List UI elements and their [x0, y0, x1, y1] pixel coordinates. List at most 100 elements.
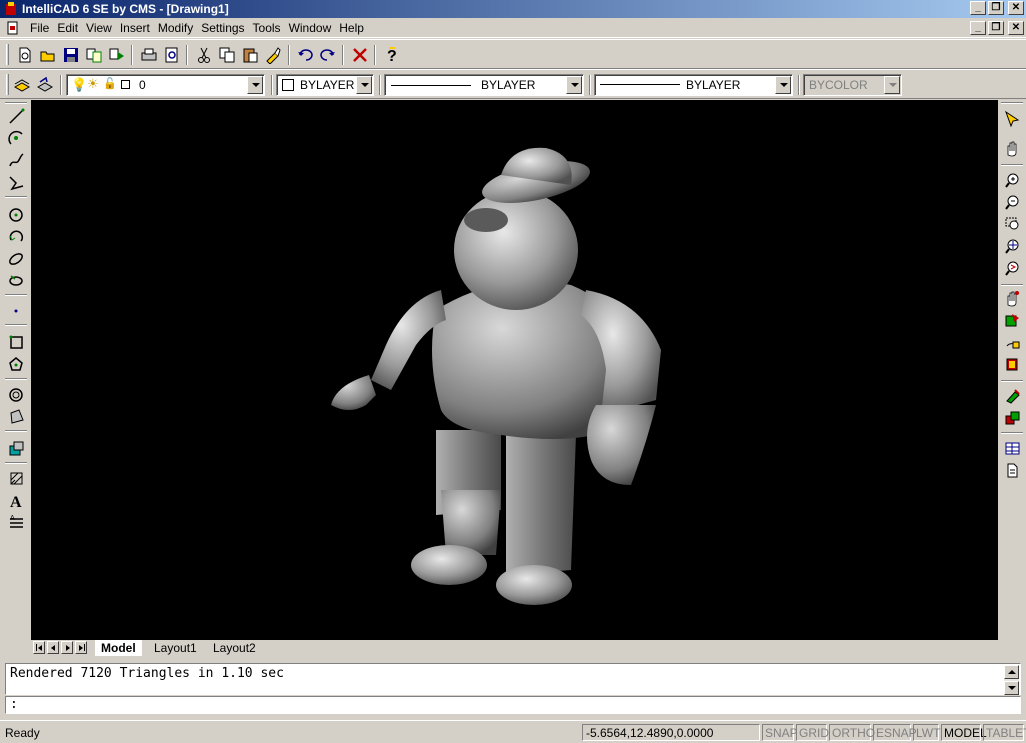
coordinate-display[interactable]: -5.6564,12.4890,0.0000 [582, 724, 760, 741]
save-icon[interactable] [60, 44, 82, 66]
command-input[interactable]: : [5, 696, 1021, 714]
cut-icon[interactable] [83, 44, 105, 66]
revcloud-icon[interactable] [5, 226, 27, 246]
document-icon[interactable] [6, 21, 20, 35]
table-icon[interactable] [1001, 438, 1023, 458]
lineweight-select[interactable]: BYLAYER [594, 74, 793, 96]
svg-text:?: ? [387, 48, 397, 64]
color-swatch [282, 79, 294, 91]
doc-restore-button[interactable]: ❐ [988, 21, 1004, 35]
first-tab-icon[interactable] [33, 641, 45, 654]
toolbar-grip[interactable] [6, 74, 9, 95]
undo-icon[interactable] [294, 44, 316, 66]
chevron-down-icon[interactable] [247, 76, 263, 94]
drawing-viewport[interactable] [31, 100, 998, 640]
point-icon[interactable] [5, 300, 27, 320]
match-properties-icon[interactable] [262, 44, 284, 66]
text-icon[interactable]: A [5, 490, 27, 510]
shade-icon[interactable] [1001, 386, 1023, 406]
menu-insert[interactable]: Insert [116, 21, 154, 35]
doc-minimize-button[interactable]: _ [970, 21, 986, 35]
snap-toggle[interactable]: SNAP [762, 724, 798, 741]
ring-icon[interactable] [5, 384, 27, 404]
tab-layout1[interactable]: Layout1 [148, 640, 203, 656]
mtext-icon[interactable]: A [5, 512, 27, 532]
esnap-toggle[interactable]: ESNAP [873, 724, 917, 741]
layer-select[interactable]: 💡 ☀ 🔓 0 [66, 74, 265, 96]
prev-tab-icon[interactable] [47, 641, 59, 654]
menu-edit[interactable]: Edit [53, 21, 82, 35]
chevron-down-icon[interactable] [566, 76, 582, 94]
print-icon[interactable] [138, 44, 160, 66]
menu-settings[interactable]: Settings [197, 21, 248, 35]
doc-icon[interactable] [1001, 460, 1023, 480]
viewports-icon[interactable] [1001, 332, 1023, 352]
tablet-toggle[interactable]: TABLET [983, 724, 1026, 741]
ellipse-icon[interactable] [5, 248, 27, 268]
sun-icon: ☀ [87, 76, 99, 91]
copy-icon[interactable] [106, 44, 128, 66]
zoom-extents-icon[interactable] [1001, 236, 1023, 256]
menu-help[interactable]: Help [335, 21, 368, 35]
tab-model[interactable]: Model [95, 640, 142, 656]
chevron-down-icon[interactable] [356, 76, 372, 94]
help-icon[interactable]: ? [380, 44, 402, 66]
doc-close-button[interactable]: ✕ [1008, 21, 1024, 35]
rendered-character-model [331, 147, 661, 605]
paste-icon[interactable] [239, 44, 261, 66]
close-button[interactable]: ✕ [1008, 1, 1024, 15]
polygon-icon[interactable] [5, 354, 27, 374]
open-icon[interactable] [37, 44, 59, 66]
render-icon[interactable] [1001, 408, 1023, 428]
redo-icon[interactable] [317, 44, 339, 66]
region-icon[interactable] [5, 406, 27, 426]
linetype-select[interactable]: BYLAYER [384, 74, 584, 96]
polyline-icon[interactable] [5, 172, 27, 192]
menu-view[interactable]: View [82, 21, 116, 35]
model-toggle[interactable]: MODEL [941, 724, 987, 741]
scroll-up-icon[interactable] [1004, 665, 1019, 679]
tab-layout2[interactable]: Layout2 [207, 640, 262, 656]
scroll-down-icon[interactable] [1004, 681, 1019, 695]
rectangle-icon[interactable] [5, 332, 27, 352]
ortho-toggle[interactable]: ORTHO [829, 724, 875, 741]
minimize-button[interactable]: _ [970, 1, 986, 15]
menu-window[interactable]: Window [285, 21, 336, 35]
menu-file[interactable]: File [26, 21, 53, 35]
copy-clip-icon[interactable] [216, 44, 238, 66]
cancel-icon[interactable] [349, 44, 371, 66]
lwt-toggle[interactable]: LWT [913, 724, 940, 741]
realtime-pan-icon[interactable] [1001, 288, 1023, 308]
last-tab-icon[interactable] [75, 641, 87, 654]
new-icon[interactable] [14, 44, 36, 66]
zoom-out-icon[interactable] [1001, 192, 1023, 212]
scissors-icon[interactable] [193, 44, 215, 66]
pick-icon[interactable] [1001, 108, 1023, 128]
donut-icon[interactable] [5, 270, 27, 290]
app-icon [6, 2, 16, 15]
zoom-previous-icon[interactable] [1001, 258, 1023, 278]
command-scrollbar[interactable] [1004, 665, 1019, 695]
layer-previous-icon[interactable] [34, 74, 56, 96]
grid-toggle[interactable]: GRID [796, 724, 829, 741]
pan-hand-icon[interactable] [1001, 138, 1023, 158]
zoom-in-icon[interactable] [1001, 170, 1023, 190]
zoom-window-icon[interactable] [1001, 214, 1023, 234]
next-tab-icon[interactable] [61, 641, 73, 654]
3d-view-icon[interactable] [1001, 354, 1023, 374]
menu-modify[interactable]: Modify [154, 21, 197, 35]
line-icon[interactable] [5, 106, 27, 126]
layer-manager-icon[interactable] [11, 74, 33, 96]
toolbar-grip[interactable] [6, 44, 9, 65]
restore-button[interactable]: ❐ [988, 1, 1004, 15]
block-icon[interactable] [5, 438, 27, 458]
circle-icon[interactable] [5, 204, 27, 224]
menu-tools[interactable]: Tools [249, 21, 285, 35]
arc-icon[interactable] [5, 128, 27, 148]
print-preview-icon[interactable] [161, 44, 183, 66]
color-select[interactable]: BYLAYER [276, 74, 374, 96]
chevron-down-icon[interactable] [775, 76, 791, 94]
hatch-icon[interactable] [5, 468, 27, 488]
named-views-icon[interactable] [1001, 310, 1023, 330]
spline-icon[interactable] [5, 150, 27, 170]
